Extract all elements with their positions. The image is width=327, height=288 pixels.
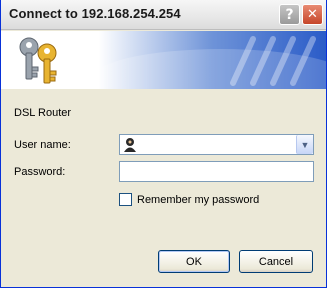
ok-button[interactable]: OK	[158, 250, 230, 273]
close-icon: ✕	[307, 7, 318, 22]
user-name-combobox[interactable]: ▼	[119, 134, 314, 155]
login-dialog: Connect to 192.168.254.254 ? ✕ DSL Route…	[0, 0, 327, 288]
remember-password-option[interactable]: Remember my password	[119, 193, 259, 206]
help-button[interactable]: ?	[279, 4, 300, 25]
user-name-dropdown-button[interactable]: ▼	[296, 135, 313, 154]
title-bar[interactable]: Connect to 192.168.254.254 ? ✕	[1, 0, 326, 30]
remember-password-checkbox[interactable]	[119, 193, 132, 206]
chevron-down-icon: ▼	[300, 139, 310, 150]
password-label: Password:	[14, 166, 66, 178]
user-name-label: User name:	[14, 139, 71, 151]
site-name: DSL Router	[14, 107, 72, 119]
close-button[interactable]: ✕	[302, 4, 323, 25]
keys-watermark-icon	[230, 36, 316, 86]
cancel-button[interactable]: Cancel	[239, 250, 313, 273]
keys-icon	[19, 37, 57, 84]
window-title: Connect to 192.168.254.254	[9, 6, 181, 21]
help-icon: ?	[285, 6, 294, 23]
dialog-banner	[1, 31, 326, 89]
remember-password-label: Remember my password	[137, 193, 260, 206]
user-icon	[124, 138, 136, 152]
password-field[interactable]	[119, 161, 314, 182]
